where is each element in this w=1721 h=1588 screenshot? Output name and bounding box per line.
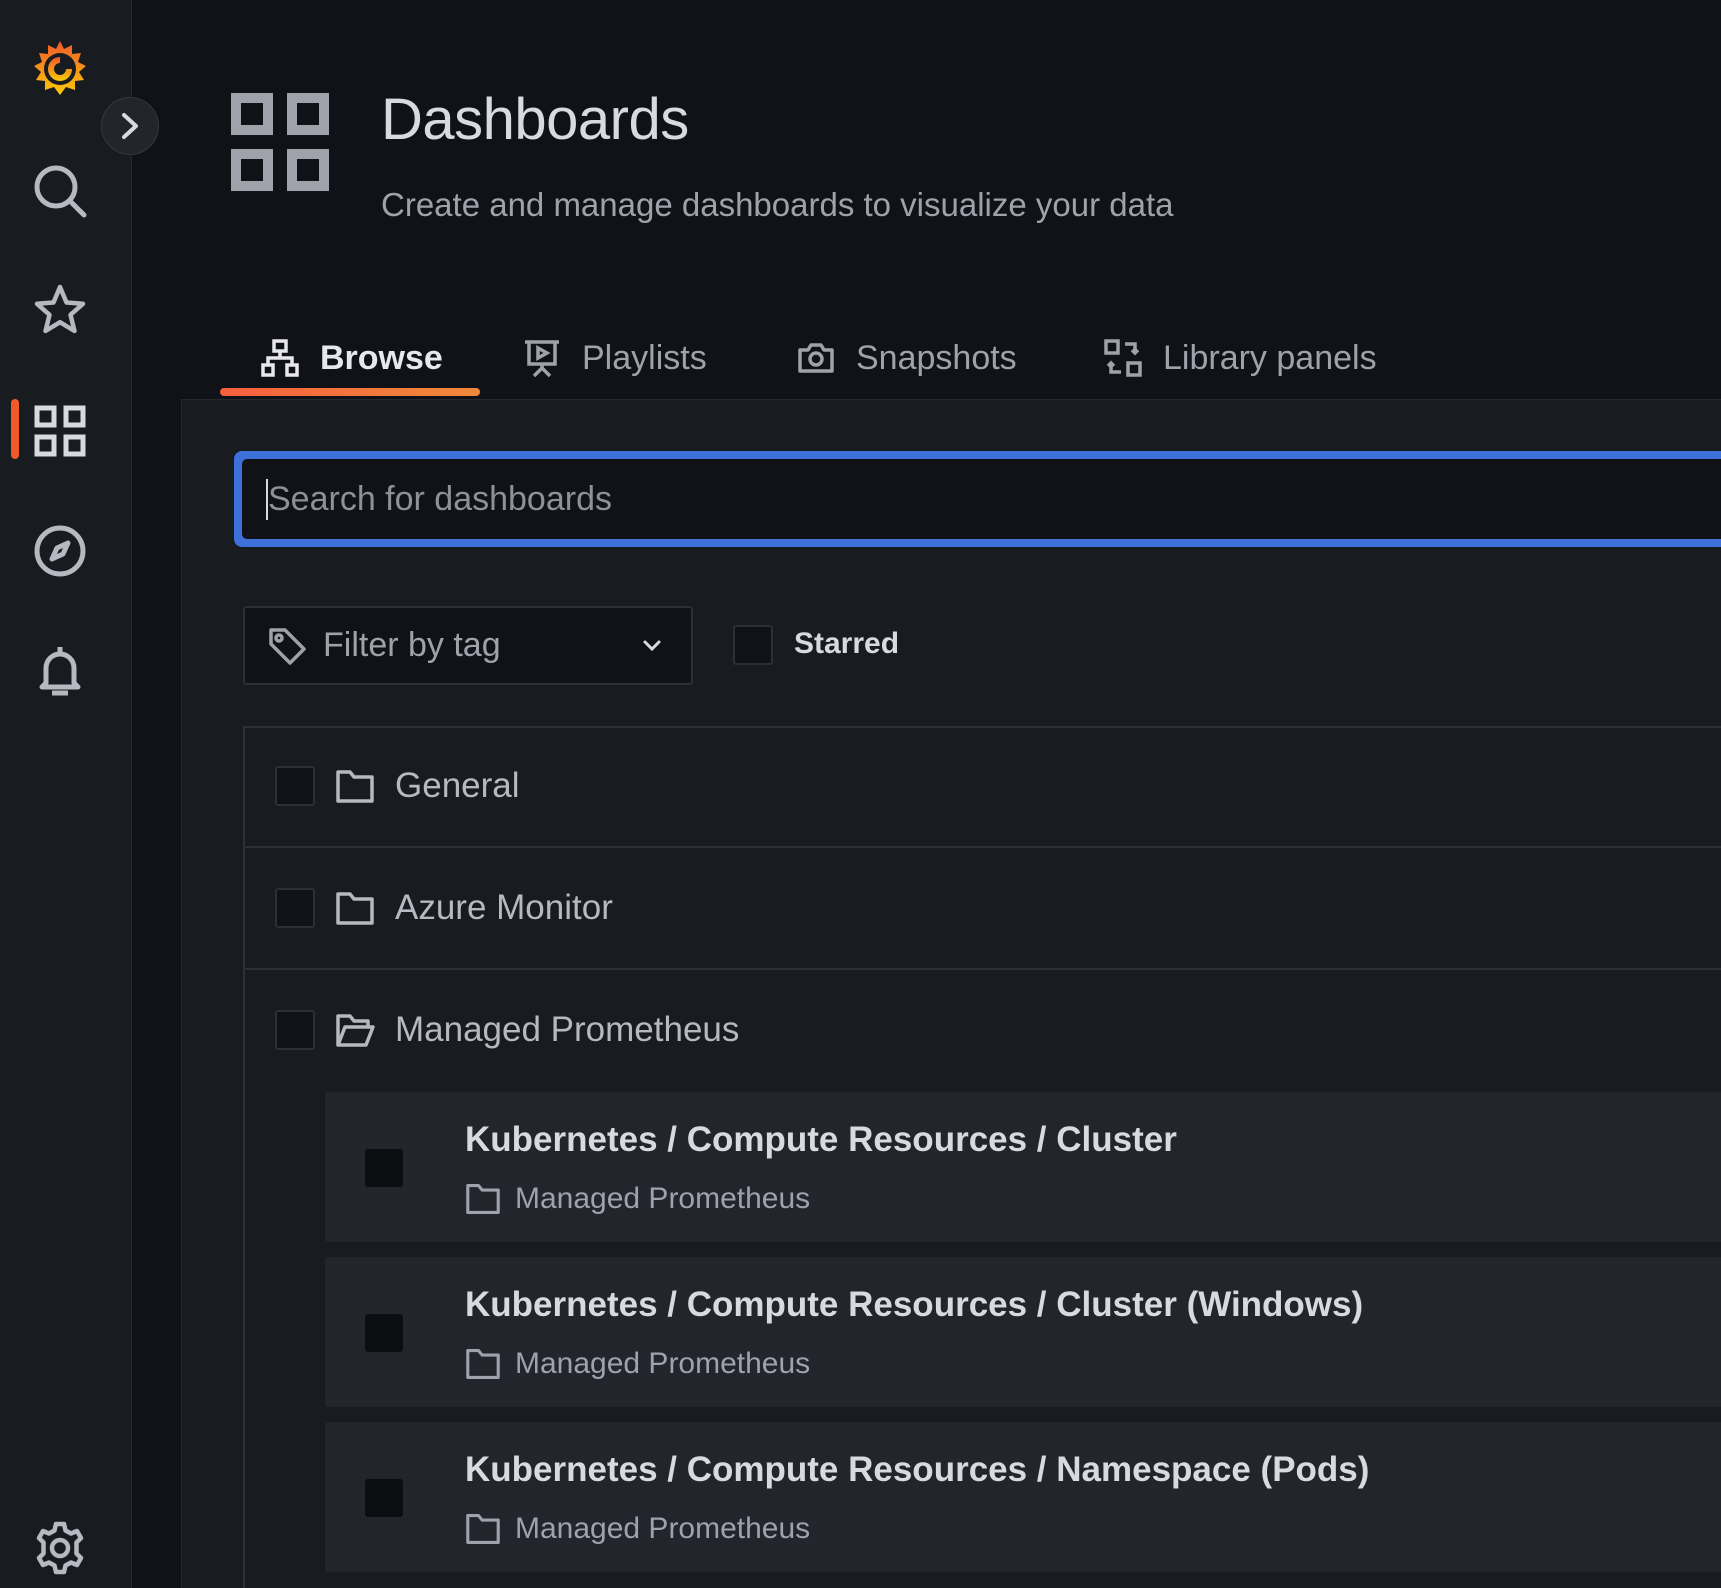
tab-browse[interactable]: Browse: [260, 318, 443, 398]
folder-icon: [466, 1349, 500, 1379]
page-title: Dashboards: [381, 87, 689, 152]
tab-label: Library panels: [1163, 338, 1377, 377]
filter-by-tag-label: Filter by tag: [323, 626, 501, 664]
tab-label: Browse: [320, 338, 443, 377]
chevron-right-icon: [122, 113, 138, 139]
starred-label: Starred: [794, 627, 900, 660]
expand-menu-button[interactable]: [101, 97, 159, 155]
dashboard-folder: Managed Prometheus: [465, 1182, 810, 1216]
gear-icon[interactable]: [24, 1512, 96, 1584]
dashboard-title[interactable]: Kubernetes / Compute Resources / Cluster…: [465, 1285, 1363, 1325]
search-field: [234, 451, 1721, 547]
folder-checkbox[interactable]: [275, 888, 315, 928]
dashboard-folder-name: Managed Prometheus: [515, 1512, 811, 1545]
grafana-logo-icon[interactable]: [24, 33, 96, 105]
dashboard-folder-name: Managed Prometheus: [515, 1347, 811, 1380]
search-input[interactable]: [266, 478, 1721, 520]
folder-row-azure-monitor[interactable]: Azure Monitor: [243, 848, 1721, 970]
tab-snapshots[interactable]: Snapshots: [796, 318, 1017, 398]
dashboard-checkbox[interactable]: [365, 1314, 403, 1352]
folder-checkbox[interactable]: [275, 1010, 315, 1050]
folder-name: Managed Prometheus: [395, 1010, 740, 1049]
dashboard-checkbox[interactable]: [365, 1479, 403, 1517]
apps-grid-icon: [228, 90, 332, 194]
folder-icon: [466, 1184, 500, 1214]
dashboard-title[interactable]: Kubernetes / Compute Resources / Cluster: [465, 1120, 1177, 1160]
side-menu: [0, 0, 132, 1588]
tab-label: Playlists: [582, 338, 707, 377]
dashboard-item[interactable]: Kubernetes / Compute Resources / Cluster…: [325, 1092, 1721, 1242]
active-tab-indicator: [220, 388, 480, 396]
tab-library-panels[interactable]: Library panels: [1103, 318, 1377, 398]
folder-checkbox[interactable]: [275, 766, 315, 806]
folder-open-icon: [336, 1014, 375, 1047]
active-indicator: [11, 399, 19, 459]
folder-icon: [336, 892, 374, 925]
bell-icon[interactable]: [24, 635, 96, 707]
dashboard-item[interactable]: Kubernetes / Compute Resources / Cluster…: [325, 1257, 1721, 1407]
folder-row-managed-prometheus[interactable]: Managed Prometheus: [243, 970, 1721, 1092]
chevron-down-icon: [643, 640, 661, 651]
folder-name: Azure Monitor: [395, 888, 613, 927]
tab-playlists[interactable]: Playlists: [522, 318, 707, 398]
folder-icon: [466, 1514, 500, 1544]
tag-icon: [269, 627, 306, 665]
presentation-play-icon: [525, 340, 559, 378]
sitemap-icon: [261, 339, 299, 377]
dashboard-title[interactable]: Kubernetes / Compute Resources / Namespa…: [465, 1450, 1369, 1490]
dashboard-folder-name: Managed Prometheus: [515, 1182, 811, 1215]
compass-icon[interactable]: [24, 515, 96, 587]
folder-row-general[interactable]: General: [243, 726, 1721, 848]
starred-checkbox[interactable]: [733, 625, 773, 665]
dashboard-checkbox[interactable]: [365, 1149, 403, 1187]
filter-by-tag-select[interactable]: Filter by tag: [243, 606, 693, 685]
dashboard-item[interactable]: Kubernetes / Compute Resources / Namespa…: [325, 1422, 1721, 1572]
tab-label: Snapshots: [856, 338, 1017, 377]
dashboard-folder: Managed Prometheus: [465, 1347, 810, 1381]
star-icon[interactable]: [24, 275, 96, 347]
dashboard-folder: Managed Prometheus: [465, 1512, 810, 1546]
page-subtitle: Create and manage dashboards to visualiz…: [381, 186, 1174, 223]
library-panel-icon: [1104, 339, 1142, 377]
apps-grid-icon[interactable]: [24, 395, 96, 467]
search-icon[interactable]: [24, 155, 96, 227]
folder-icon: [336, 770, 374, 803]
camera-icon: [798, 343, 834, 373]
folder-name: General: [395, 766, 520, 805]
